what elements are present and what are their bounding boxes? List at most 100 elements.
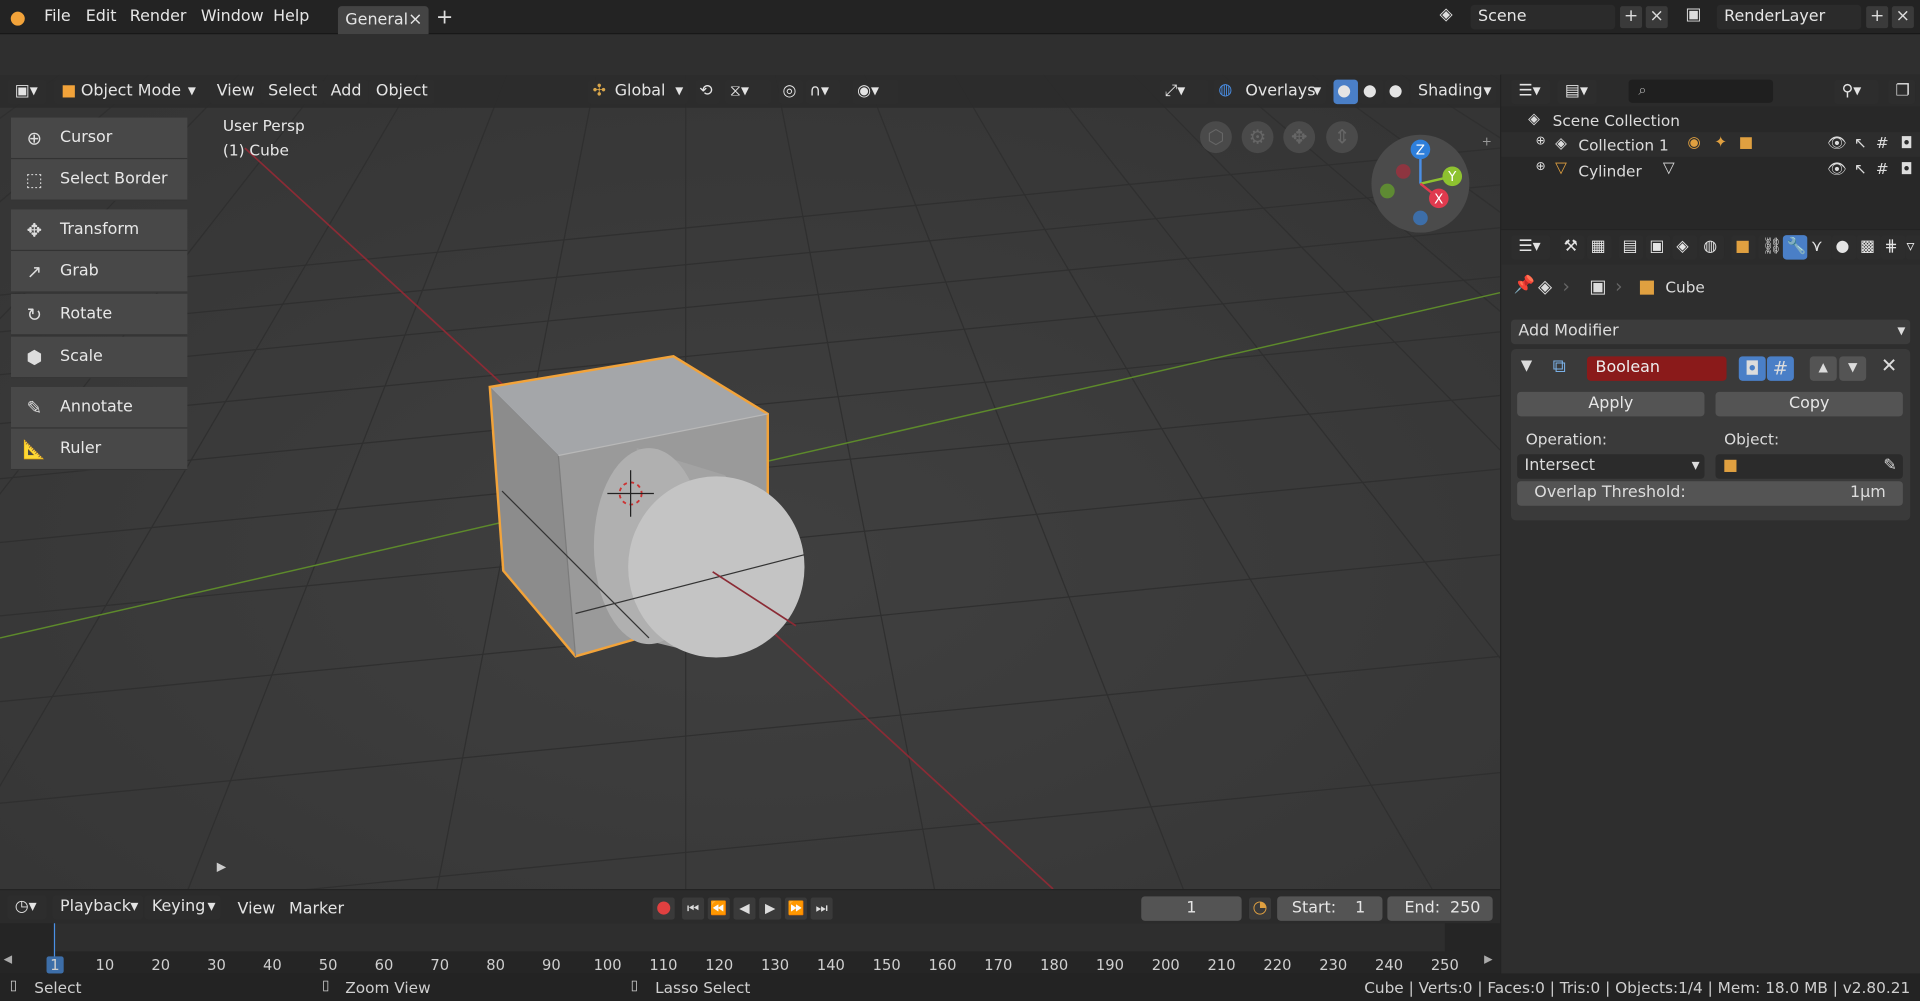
sidebar-toggle-icon[interactable]: + bbox=[1482, 136, 1492, 149]
world-tab-icon[interactable]: ◍ bbox=[1699, 235, 1725, 260]
blender-logo-icon[interactable]: ● bbox=[10, 7, 30, 27]
apply-button[interactable]: Apply bbox=[1517, 391, 1705, 417]
material-shading-icon[interactable]: ● bbox=[1359, 79, 1384, 105]
proportional-edit-icon[interactable]: ◎ bbox=[778, 79, 804, 105]
scene-add-icon[interactable]: + bbox=[1620, 6, 1643, 29]
gizmo-toggle-icon[interactable]: ⤢▾ bbox=[1159, 79, 1209, 105]
new-collection-icon[interactable]: ❐ bbox=[1888, 79, 1916, 105]
add-workspace-icon[interactable]: + bbox=[436, 5, 453, 29]
preview-range-icon[interactable]: ◔ bbox=[1248, 897, 1272, 920]
visibility-eye-icon[interactable]: 👁 bbox=[1827, 159, 1846, 179]
shading-dropdown[interactable]: Shading ▾ bbox=[1410, 79, 1497, 105]
visibility-eye-icon[interactable]: 👁 bbox=[1827, 133, 1846, 153]
eyedropper-icon[interactable]: ✎ bbox=[1883, 457, 1896, 475]
viewport-visibility-icon[interactable]: # bbox=[1876, 133, 1889, 151]
tool-annotate[interactable]: ✎ Annotate bbox=[11, 386, 188, 429]
view-layer-tab-icon[interactable]: ▣ bbox=[1645, 235, 1671, 260]
tool-cursor[interactable]: ⊕ Cursor bbox=[11, 117, 188, 160]
expand-icon[interactable]: ⊕ bbox=[1536, 160, 1546, 173]
outliner-row-scene-collection[interactable]: ◈ Scene Collection bbox=[1501, 107, 1920, 133]
output-tab-icon[interactable]: ▤ bbox=[1618, 235, 1644, 260]
ruler-scroll-left-icon[interactable]: ◀ bbox=[4, 954, 12, 966]
tool-grab[interactable]: ↗ Grab bbox=[11, 251, 188, 293]
timeline-view-menu[interactable]: View bbox=[238, 900, 276, 918]
jump-end-icon[interactable]: ⏭ bbox=[810, 897, 833, 920]
move-up-icon[interactable]: ▲ bbox=[1809, 356, 1837, 381]
render-layer-selector-icon[interactable]: ▣ bbox=[1682, 5, 1704, 27]
record-icon[interactable]: ● bbox=[652, 897, 675, 920]
data-tab-icon[interactable]: ⋕ bbox=[1880, 235, 1906, 260]
object-tab-icon[interactable]: ■ bbox=[1731, 235, 1756, 260]
menu-help[interactable]: Help bbox=[273, 7, 309, 25]
transform-orientation-dropdown[interactable]: ✣ Global ▾ bbox=[587, 79, 689, 105]
start-frame-field[interactable]: Start: 1 bbox=[1277, 896, 1383, 921]
object-menu[interactable]: Object bbox=[368, 79, 436, 105]
select-arrow-icon[interactable]: ↖ bbox=[1854, 159, 1867, 177]
properties-editor-type-icon[interactable]: ☰▾ bbox=[1511, 235, 1551, 260]
scene-remove-icon[interactable]: × bbox=[1645, 6, 1668, 29]
modifiers-tab-icon[interactable]: 🔧 bbox=[1782, 235, 1808, 260]
workspace-tab-general[interactable]: General × bbox=[337, 6, 429, 35]
viewport-visibility-icon[interactable]: # bbox=[1876, 159, 1889, 177]
end-frame-field[interactable]: End: 250 bbox=[1387, 896, 1493, 921]
render-layer-field[interactable]: RenderLayer bbox=[1716, 4, 1862, 30]
outliner-row-collection-1[interactable]: ⊕ ◈ Collection 1 ◉ ✦ ■ 👁 ↖ # ◘ bbox=[1501, 132, 1920, 157]
scene-selector-icon[interactable]: ◈ bbox=[1435, 5, 1457, 27]
modifier-name-field[interactable]: Boolean bbox=[1586, 356, 1727, 381]
keying-menu[interactable]: Keying ▾ bbox=[144, 895, 221, 920]
render-tab-icon[interactable]: ▦ bbox=[1586, 235, 1612, 260]
display-mode-icon[interactable]: ▤▾ bbox=[1557, 79, 1597, 105]
constraints-tab-icon[interactable]: ⛓ bbox=[1758, 235, 1783, 260]
mode-dropdown[interactable]: ■ Object Mode ▾ bbox=[53, 79, 201, 105]
ruler-scroll-right-icon[interactable]: ▶ bbox=[1484, 954, 1492, 966]
camera-view-icon[interactable]: ⬡ bbox=[1200, 121, 1232, 154]
jump-start-icon[interactable]: ⏮ bbox=[682, 897, 705, 920]
editor-type-button[interactable]: ▣▾ bbox=[7, 79, 47, 105]
zoom-view-icon[interactable]: ⇕ bbox=[1326, 121, 1358, 154]
outliner-editor-type-icon[interactable]: ☰▾ bbox=[1511, 79, 1551, 105]
operation-dropdown[interactable]: Intersect ▾ bbox=[1517, 454, 1705, 479]
select-arrow-icon[interactable]: ↖ bbox=[1854, 133, 1867, 151]
object-types-icon[interactable]: ◉▾ bbox=[852, 79, 899, 105]
particles-tab-icon[interactable]: ⋎ bbox=[1807, 235, 1832, 260]
render-layer-remove-icon[interactable]: × bbox=[1891, 6, 1914, 29]
rendered-shading-icon[interactable]: ● bbox=[1384, 79, 1410, 105]
marker-menu[interactable]: Marker bbox=[289, 900, 344, 918]
menu-file[interactable]: File bbox=[44, 7, 71, 25]
material-tab-icon[interactable]: ▿ bbox=[1905, 235, 1920, 260]
overlap-threshold-field[interactable]: Overlap Threshold: 1µm bbox=[1517, 481, 1903, 506]
collapse-chevron-icon[interactable]: ▼ bbox=[1521, 356, 1532, 373]
solid-shading-icon[interactable]: ● bbox=[1333, 79, 1358, 105]
tool-tab-icon[interactable]: ⚒ bbox=[1560, 235, 1585, 260]
play-reverse-icon[interactable]: ◀ bbox=[733, 897, 756, 920]
toolbar-expand-icon[interactable]: ▶ bbox=[217, 861, 226, 874]
tool-select-border[interactable]: ⬚ Select Border bbox=[11, 159, 188, 201]
physics-tab-icon[interactable]: ● bbox=[1831, 235, 1857, 260]
tool-transform[interactable]: ✥ Transform bbox=[11, 209, 188, 252]
play-icon[interactable]: ▶ bbox=[759, 897, 782, 920]
tool-rotate[interactable]: ↻ Rotate bbox=[11, 293, 188, 336]
menu-edit[interactable]: Edit bbox=[86, 7, 117, 25]
jump-keyframe-forward-icon[interactable]: ⏩ bbox=[784, 897, 807, 920]
render-visibility-icon[interactable]: ◘ bbox=[1900, 159, 1912, 177]
navigation-gizmo[interactable]: Z Y X bbox=[1369, 132, 1472, 235]
current-frame-field[interactable]: 1 bbox=[1141, 896, 1242, 921]
add-modifier-dropdown[interactable]: Add Modifier ▾ bbox=[1511, 319, 1911, 345]
render-layer-add-icon[interactable]: + bbox=[1866, 6, 1889, 29]
playback-menu[interactable]: Playback ▾ bbox=[52, 895, 144, 920]
scene-tab-icon[interactable]: ◈ bbox=[1672, 235, 1698, 260]
jump-keyframe-back-icon[interactable]: ⏪ bbox=[707, 897, 730, 920]
pivot-point-icon[interactable]: ⟲ bbox=[695, 79, 721, 105]
tab-close-icon[interactable]: × bbox=[408, 10, 422, 30]
overlays-dropdown[interactable]: ◍ Overlays ▾ bbox=[1213, 79, 1327, 105]
menu-window[interactable]: Window bbox=[201, 7, 264, 25]
falloff-icon[interactable]: ∩▾ bbox=[805, 79, 841, 105]
render-visibility-icon[interactable]: ◘ bbox=[1900, 133, 1912, 151]
move-down-icon[interactable]: ▼ bbox=[1839, 356, 1867, 381]
filter-icon[interactable]: ⚲▾ bbox=[1834, 79, 1879, 105]
snap-icon[interactable]: ⧖▾ bbox=[724, 79, 772, 105]
object-picker-field[interactable]: ■ ✎ bbox=[1715, 454, 1903, 479]
remove-modifier-icon[interactable]: ✕ bbox=[1881, 354, 1897, 377]
texture-tab-icon[interactable]: ▩ bbox=[1856, 235, 1881, 260]
copy-button[interactable]: Copy bbox=[1715, 391, 1903, 417]
